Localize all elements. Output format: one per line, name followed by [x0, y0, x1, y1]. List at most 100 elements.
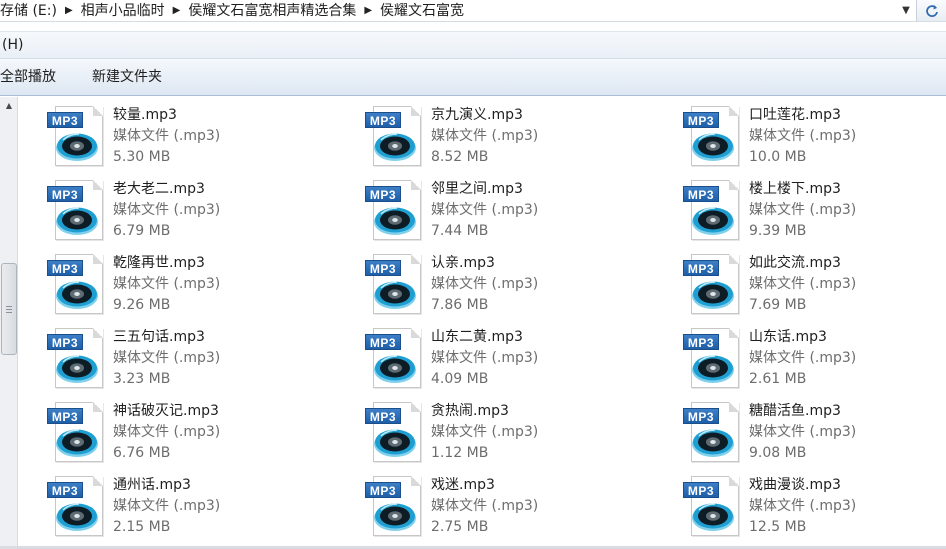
- media-disc-icon: [56, 429, 98, 457]
- file-size: 9.39 MB: [749, 223, 807, 239]
- file-item[interactable]: MP3 认亲.mp3 媒体文件 (.mp3) 7.86 MB: [337, 249, 637, 319]
- file-details: 通州话.mp3 媒体文件 (.mp3) 2.15 MB: [113, 475, 220, 541]
- mp3-file-icon: MP3: [683, 402, 741, 464]
- media-disc-icon: [374, 133, 416, 161]
- file-type: 媒体文件 (.mp3): [113, 424, 221, 440]
- breadcrumb-arrow-icon[interactable]: ▶: [169, 1, 185, 21]
- new-folder-button[interactable]: 新建文件夹: [92, 62, 162, 92]
- file-item[interactable]: MP3 通州话.mp3 媒体文件 (.mp3) 2.15 MB: [19, 471, 319, 541]
- scrollbar-thumb[interactable]: [1, 263, 17, 355]
- file-details: 三五句话.mp3 媒体文件 (.mp3) 3.23 MB: [113, 327, 220, 393]
- file-name: 戏曲漫谈.mp3: [749, 477, 841, 493]
- mp3-file-icon: MP3: [47, 254, 105, 316]
- file-type: 媒体文件 (.mp3): [113, 276, 221, 292]
- file-details: 糖醋活鱼.mp3 媒体文件 (.mp3) 9.08 MB: [749, 401, 856, 467]
- mp3-file-icon: MP3: [47, 402, 105, 464]
- file-type: 媒体文件 (.mp3): [749, 350, 857, 366]
- file-size: 2.61 MB: [749, 371, 807, 387]
- refresh-icon[interactable]: [916, 0, 946, 21]
- file-name: 认亲.mp3: [431, 255, 495, 271]
- breadcrumb-arrow-icon[interactable]: ▶: [360, 1, 376, 21]
- file-item[interactable]: MP3 贪热闹.mp3 媒体文件 (.mp3) 1.12 MB: [337, 397, 637, 467]
- refresh-arrow-icon: [925, 4, 938, 17]
- breadcrumb-arrow-icon[interactable]: ▶: [61, 1, 77, 21]
- mp3-file-icon: MP3: [365, 254, 423, 316]
- file-item[interactable]: MP3 山东二黄.mp3 媒体文件 (.mp3) 4.09 MB: [337, 323, 637, 393]
- file-name: 三五句话.mp3: [113, 329, 205, 345]
- breadcrumb-item-folder-temp[interactable]: 相声小品临时: [77, 1, 169, 21]
- file-details: 戏曲漫谈.mp3 媒体文件 (.mp3) 12.5 MB: [749, 475, 856, 541]
- file-item[interactable]: MP3 山东话.mp3 媒体文件 (.mp3) 2.61 MB: [655, 323, 946, 393]
- media-disc-icon: [56, 503, 98, 531]
- file-size: 3.23 MB: [113, 371, 171, 387]
- file-item[interactable]: MP3 楼上楼下.mp3 媒体文件 (.mp3) 9.39 MB: [655, 175, 946, 245]
- file-name: 乾隆再世.mp3: [113, 255, 205, 271]
- file-details: 邻里之间.mp3 媒体文件 (.mp3) 7.44 MB: [431, 179, 538, 245]
- file-item[interactable]: MP3 三五句话.mp3 媒体文件 (.mp3) 3.23 MB: [19, 323, 319, 393]
- media-disc-icon: [56, 281, 98, 309]
- mp3-file-icon: MP3: [683, 106, 741, 168]
- file-details: 较量.mp3 媒体文件 (.mp3) 5.30 MB: [113, 105, 220, 171]
- file-type: 媒体文件 (.mp3): [749, 128, 857, 144]
- command-toolbar: 全部播放 新建文件夹: [0, 59, 946, 96]
- file-list[interactable]: MP3 较量.mp3 媒体文件 (.mp3) 5.30 MB MP3 京九演义.mp3 媒体…: [19, 97, 946, 549]
- breadcrumb[interactable]: 存储 (E:) ▶ 相声小品临时 ▶ 侯耀文石富宽相声精选合集 ▶ 侯耀文石富宽: [0, 0, 896, 22]
- file-details: 贪热闹.mp3 媒体文件 (.mp3) 1.12 MB: [431, 401, 538, 467]
- breadcrumb-item-drive[interactable]: 存储 (E:): [0, 1, 61, 21]
- address-bar[interactable]: 存储 (E:) ▶ 相声小品临时 ▶ 侯耀文石富宽相声精选合集 ▶ 侯耀文石富宽…: [0, 0, 946, 22]
- file-details: 乾隆再世.mp3 媒体文件 (.mp3) 9.26 MB: [113, 253, 220, 319]
- file-details: 神话破灭记.mp3 媒体文件 (.mp3) 6.76 MB: [113, 401, 220, 467]
- file-item[interactable]: MP3 神话破灭记.mp3 媒体文件 (.mp3) 6.76 MB: [19, 397, 319, 467]
- navigation-pane-scrollbar[interactable]: ▲: [0, 97, 18, 547]
- file-size: 2.15 MB: [113, 519, 171, 535]
- file-size: 9.26 MB: [113, 297, 171, 313]
- play-all-button[interactable]: 全部播放: [0, 62, 56, 92]
- file-name: 如此交流.mp3: [749, 255, 841, 271]
- file-item[interactable]: MP3 戏曲漫谈.mp3 媒体文件 (.mp3) 12.5 MB: [655, 471, 946, 541]
- menu-help[interactable]: (H): [0, 32, 25, 58]
- media-disc-icon: [374, 503, 416, 531]
- mp3-badge: MP3: [683, 112, 719, 128]
- media-disc-icon: [56, 355, 98, 383]
- file-name: 京九演义.mp3: [431, 107, 523, 123]
- menu-bar: (H): [0, 31, 946, 59]
- file-item[interactable]: MP3 如此交流.mp3 媒体文件 (.mp3) 7.69 MB: [655, 249, 946, 319]
- file-item[interactable]: MP3 乾隆再世.mp3 媒体文件 (.mp3) 9.26 MB: [19, 249, 319, 319]
- media-disc-icon: [56, 207, 98, 235]
- mp3-badge: MP3: [47, 260, 83, 276]
- scroll-up-arrow-icon[interactable]: ▲: [0, 97, 18, 113]
- media-disc-icon: [374, 429, 416, 457]
- file-item[interactable]: MP3 糖醋活鱼.mp3 媒体文件 (.mp3) 9.08 MB: [655, 397, 946, 467]
- media-disc-icon: [692, 281, 734, 309]
- file-details: 楼上楼下.mp3 媒体文件 (.mp3) 9.39 MB: [749, 179, 856, 245]
- file-type: 媒体文件 (.mp3): [113, 128, 221, 144]
- file-item[interactable]: MP3 老大老二.mp3 媒体文件 (.mp3) 6.79 MB: [19, 175, 319, 245]
- mp3-file-icon: MP3: [365, 402, 423, 464]
- mp3-file-icon: MP3: [683, 254, 741, 316]
- mp3-file-icon: MP3: [47, 106, 105, 168]
- grip-icon: [6, 305, 12, 313]
- file-type: 媒体文件 (.mp3): [749, 202, 857, 218]
- breadcrumb-item-folder-current[interactable]: 侯耀文石富宽: [376, 1, 468, 21]
- file-item[interactable]: MP3 口吐莲花.mp3 媒体文件 (.mp3) 10.0 MB: [655, 101, 946, 171]
- file-size: 6.79 MB: [113, 223, 171, 239]
- mp3-badge: MP3: [683, 334, 719, 350]
- media-disc-icon: [56, 133, 98, 161]
- media-disc-icon: [692, 503, 734, 531]
- file-size: 5.30 MB: [113, 149, 171, 165]
- file-size: 7.86 MB: [431, 297, 489, 313]
- file-details: 山东二黄.mp3 媒体文件 (.mp3) 4.09 MB: [431, 327, 538, 393]
- file-item[interactable]: MP3 邻里之间.mp3 媒体文件 (.mp3) 7.44 MB: [337, 175, 637, 245]
- file-details: 老大老二.mp3 媒体文件 (.mp3) 6.79 MB: [113, 179, 220, 245]
- address-history-dropdown-icon[interactable]: ▼: [896, 0, 916, 21]
- mp3-badge: MP3: [47, 334, 83, 350]
- mp3-file-icon: MP3: [683, 180, 741, 242]
- file-size: 12.5 MB: [749, 519, 807, 535]
- file-size: 8.52 MB: [431, 149, 489, 165]
- file-details: 戏迷.mp3 媒体文件 (.mp3) 2.75 MB: [431, 475, 538, 541]
- file-item[interactable]: MP3 京九演义.mp3 媒体文件 (.mp3) 8.52 MB: [337, 101, 637, 171]
- file-name: 邻里之间.mp3: [431, 181, 523, 197]
- file-item[interactable]: MP3 戏迷.mp3 媒体文件 (.mp3) 2.75 MB: [337, 471, 637, 541]
- breadcrumb-item-folder-collection[interactable]: 侯耀文石富宽相声精选合集: [184, 1, 360, 21]
- file-item[interactable]: MP3 较量.mp3 媒体文件 (.mp3) 5.30 MB: [19, 101, 319, 171]
